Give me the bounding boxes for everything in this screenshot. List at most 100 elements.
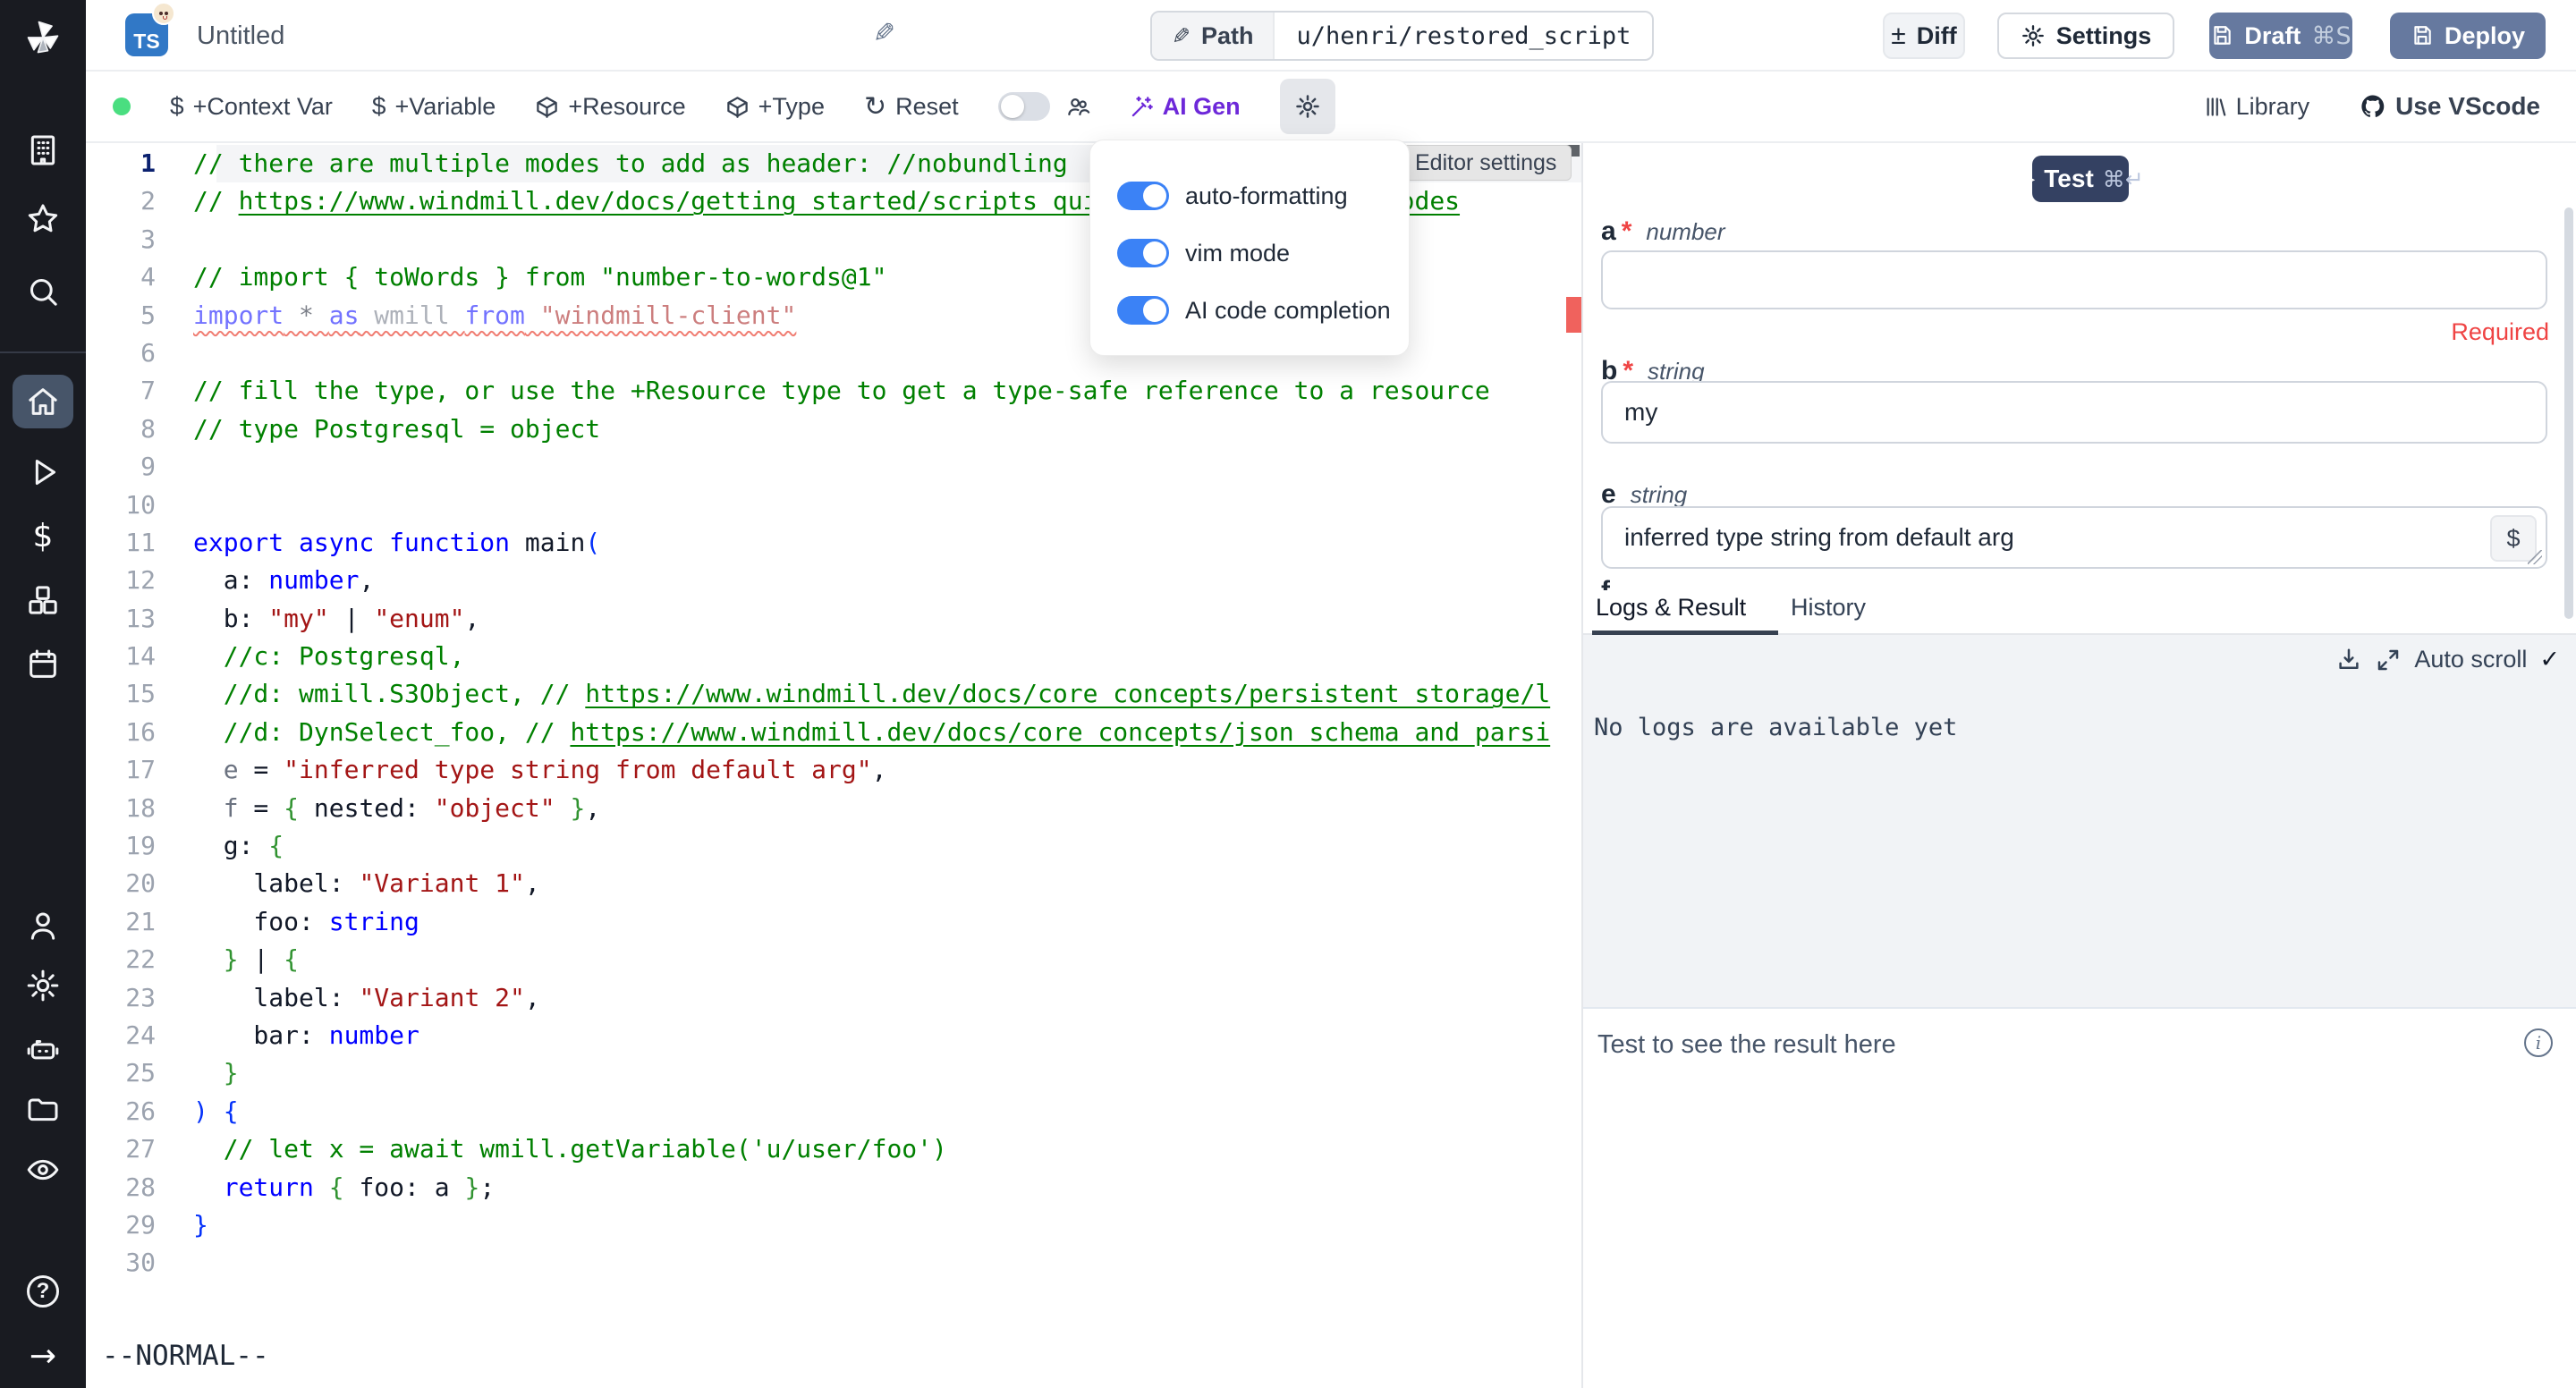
test-button[interactable]: ▷ Test ⌘↵ bbox=[2032, 156, 2129, 202]
expand-icon[interactable] bbox=[2375, 647, 2402, 673]
auto-scroll-checkbox[interactable]: ✓ bbox=[2539, 646, 2560, 673]
sidebar-item-favorites[interactable] bbox=[0, 194, 86, 244]
code-line-12[interactable]: 12 a: number, bbox=[86, 562, 1581, 599]
sidebar-item-workspace[interactable] bbox=[0, 125, 86, 175]
field-b-input[interactable]: my bbox=[1601, 381, 2547, 444]
sidebar-item-resources[interactable] bbox=[0, 575, 86, 625]
code-line-content[interactable]: // type Postgresql = object bbox=[186, 410, 600, 448]
code-line-content[interactable] bbox=[186, 334, 193, 372]
code-line-content[interactable]: ) { bbox=[186, 1093, 239, 1130]
code-line-content[interactable]: foo: string bbox=[186, 903, 419, 941]
code-line-content[interactable]: } | { bbox=[186, 941, 299, 978]
code-line-content[interactable]: } bbox=[186, 1054, 239, 1092]
sidebar-item-schedules[interactable] bbox=[0, 639, 86, 690]
code-line-18[interactable]: 18 f = { nested: "object" }, bbox=[86, 790, 1581, 827]
code-line-content[interactable]: b: "my" | "enum", bbox=[186, 600, 479, 638]
code-line-content[interactable]: //d: wmill.S3Object, // https://www.wind… bbox=[186, 675, 1550, 713]
code-line-20[interactable]: 20 label: "Variant 1", bbox=[86, 865, 1581, 902]
code-line-content[interactable] bbox=[186, 487, 193, 524]
info-icon[interactable]: i bbox=[2524, 1028, 2553, 1057]
path-field[interactable]: ✎ Path u/henri/restored_script bbox=[1150, 11, 1654, 61]
code-line-7[interactable]: 7// fill the type, or use the +Resource … bbox=[86, 372, 1581, 410]
code-line-content[interactable] bbox=[186, 448, 193, 486]
code-line-content[interactable]: // let x = await wmill.getVariable('u/us… bbox=[186, 1130, 947, 1168]
tab-history[interactable]: History bbox=[1791, 594, 1866, 622]
code-line-content[interactable]: //c: Postgresql, bbox=[186, 638, 464, 675]
sidebar-item-settings[interactable] bbox=[0, 961, 86, 1011]
add-resource-button[interactable]: +Resource bbox=[535, 93, 685, 121]
code-line-21[interactable]: 21 foo: string bbox=[86, 903, 1581, 941]
windmill-logo[interactable] bbox=[0, 13, 86, 63]
library-button[interactable]: Library bbox=[2203, 93, 2310, 121]
path-value[interactable]: u/henri/restored_script bbox=[1275, 13, 1652, 59]
sidebar-item-runs[interactable] bbox=[0, 447, 86, 497]
download-icon[interactable] bbox=[2335, 647, 2362, 673]
edit-title-pencil-icon[interactable]: ✎ bbox=[873, 18, 895, 49]
vim-mode-toggle[interactable] bbox=[1117, 239, 1169, 267]
code-line-content[interactable]: g: { bbox=[186, 827, 284, 865]
code-line-23[interactable]: 23 label: "Variant 2", bbox=[86, 979, 1581, 1017]
code-line-15[interactable]: 15 //d: wmill.S3Object, // https://www.w… bbox=[86, 675, 1581, 713]
sidebar-item-workers[interactable] bbox=[0, 1023, 86, 1073]
code-line-content[interactable]: import * as wmill from "windmill-client" bbox=[186, 297, 796, 334]
code-line-content[interactable]: //d: DynSelect_foo, // https://www.windm… bbox=[186, 714, 1550, 751]
panel-divider[interactable] bbox=[1581, 143, 1583, 1388]
ai-gen-button[interactable]: AI Gen bbox=[1130, 93, 1241, 121]
add-type-button[interactable]: +Type bbox=[725, 93, 825, 121]
code-line-14[interactable]: 14 //c: Postgresql, bbox=[86, 638, 1581, 675]
code-line-8[interactable]: 8// type Postgresql = object bbox=[86, 410, 1581, 448]
sidebar-item-users[interactable] bbox=[0, 901, 86, 951]
sidebar-item-home[interactable] bbox=[13, 375, 73, 428]
code-line-content[interactable]: bar: number bbox=[186, 1017, 419, 1054]
code-line-content[interactable]: a: number, bbox=[186, 562, 374, 599]
code-line-28[interactable]: 28 return { foo: a }; bbox=[86, 1169, 1581, 1206]
code-line-16[interactable]: 16 //d: DynSelect_foo, // https://www.wi… bbox=[86, 714, 1581, 751]
ai-code-completion-toggle[interactable] bbox=[1117, 296, 1169, 325]
code-line-content[interactable]: label: "Variant 1", bbox=[186, 865, 540, 902]
sidebar-item-folders[interactable] bbox=[0, 1084, 86, 1134]
sidebar-expand-button[interactable]: → bbox=[0, 1331, 86, 1381]
code-line-27[interactable]: 27 // let x = await wmill.getVariable('u… bbox=[86, 1130, 1581, 1168]
settings-button[interactable]: Settings bbox=[1997, 13, 2174, 59]
code-line-content[interactable]: e = "inferred type string from default a… bbox=[186, 751, 886, 789]
code-line-17[interactable]: 17 e = "inferred type string from defaul… bbox=[86, 751, 1581, 789]
code-line-content[interactable]: export async function main( bbox=[186, 524, 600, 562]
code-line-content[interactable]: f = { nested: "object" }, bbox=[186, 790, 600, 827]
code-line-content[interactable]: // fill the type, or use the +Resource t… bbox=[186, 372, 1490, 410]
code-line-19[interactable]: 19 g: { bbox=[86, 827, 1581, 865]
code-line-content[interactable] bbox=[186, 221, 193, 258]
field-a-input[interactable] bbox=[1601, 250, 2547, 309]
tab-logs-result[interactable]: Logs & Result bbox=[1596, 594, 1746, 622]
diff-button[interactable]: ± Diff bbox=[1883, 13, 1965, 59]
code-line-11[interactable]: 11export async function main( bbox=[86, 524, 1581, 562]
code-line-content[interactable]: } bbox=[186, 1206, 208, 1244]
code-line-29[interactable]: 29} bbox=[86, 1206, 1581, 1244]
sidebar-item-search[interactable] bbox=[0, 267, 86, 317]
code-line-25[interactable]: 25 } bbox=[86, 1054, 1581, 1092]
editor-settings-button[interactable] bbox=[1280, 79, 1335, 134]
code-line-13[interactable]: 13 b: "my" | "enum", bbox=[86, 600, 1581, 638]
form-scrollbar[interactable] bbox=[2564, 207, 2573, 619]
code-line-content[interactable] bbox=[186, 1244, 193, 1282]
reset-button[interactable]: ↻ Reset bbox=[864, 91, 959, 123]
auto-formatting-toggle[interactable] bbox=[1117, 182, 1169, 210]
use-vscode-button[interactable]: Use VScode bbox=[2360, 92, 2540, 121]
sidebar-item-variables[interactable]: $ bbox=[0, 511, 86, 561]
code-line-content[interactable]: // there are multiple modes to add as he… bbox=[186, 145, 1068, 182]
code-line-content[interactable]: return { foo: a }; bbox=[186, 1169, 495, 1206]
code-line-26[interactable]: 26) { bbox=[86, 1093, 1581, 1130]
draft-button[interactable]: Draft ⌘S bbox=[2209, 13, 2352, 59]
multiplayer-toggle[interactable] bbox=[998, 92, 1050, 121]
resize-handle[interactable] bbox=[2528, 550, 2542, 564]
code-line-24[interactable]: 24 bar: number bbox=[86, 1017, 1581, 1054]
code-line-content[interactable]: label: "Variant 2", bbox=[186, 979, 540, 1017]
code-line-content[interactable]: // import { toWords } from "number-to-wo… bbox=[186, 258, 886, 296]
add-context-var-button[interactable]: $ +Context Var bbox=[170, 92, 333, 121]
code-line-22[interactable]: 22 } | { bbox=[86, 941, 1581, 978]
code-line-9[interactable]: 9 bbox=[86, 448, 1581, 486]
code-line-30[interactable]: 30 bbox=[86, 1244, 1581, 1282]
sidebar-item-help[interactable]: ? bbox=[0, 1266, 86, 1316]
sidebar-item-audit-logs[interactable] bbox=[0, 1145, 86, 1195]
deploy-button[interactable]: Deploy bbox=[2390, 13, 2546, 59]
code-line-10[interactable]: 10 bbox=[86, 487, 1581, 524]
